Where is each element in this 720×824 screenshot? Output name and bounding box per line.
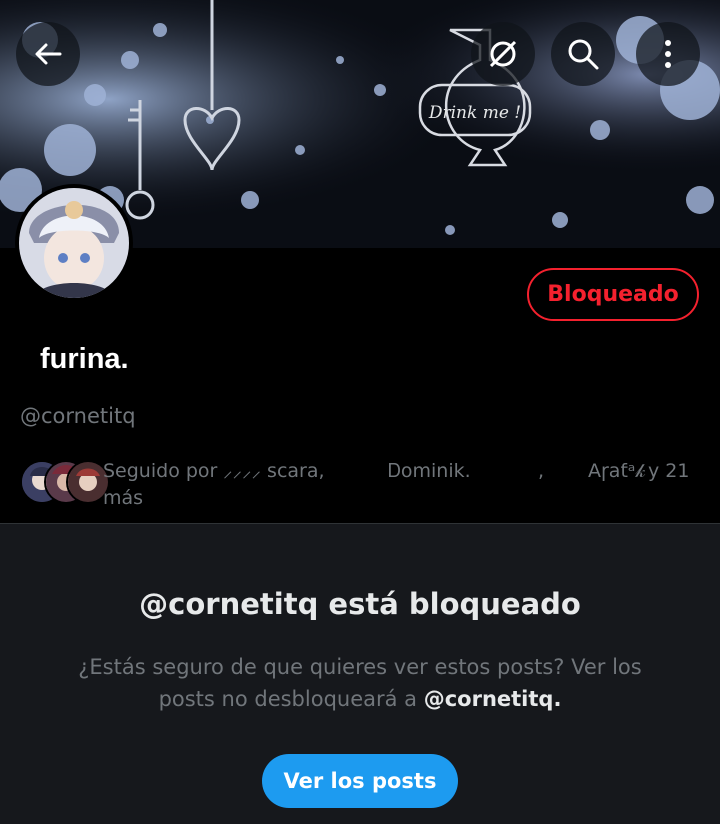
followers-more-word: más bbox=[103, 487, 144, 509]
grok-button[interactable] bbox=[471, 22, 535, 86]
blocked-description-handle: @cornetitq. bbox=[423, 687, 562, 711]
followers-more-count: y 21 bbox=[648, 460, 690, 482]
follower-separator: , bbox=[538, 460, 545, 482]
more-vertical-icon bbox=[665, 40, 671, 68]
blocked-description: ¿Estás seguro de que quieres ver estos p… bbox=[60, 651, 660, 715]
blocked-title: @cornetitq está bloqueado bbox=[139, 587, 581, 621]
followed-by-prefix: Seguido por bbox=[103, 460, 218, 482]
follower-name-2: Ꭰominik. bbox=[388, 460, 471, 482]
blocked-button[interactable]: Bloqueado bbox=[527, 268, 699, 321]
follower-name-1: ⸝⸝⸝⸝ scara, bbox=[223, 460, 325, 482]
follower-name-3: Aɼaƭᵃ𝓀 bbox=[588, 460, 646, 482]
profile-avatar[interactable] bbox=[15, 184, 133, 302]
arrow-left-icon bbox=[35, 43, 62, 65]
followed-by-row[interactable]: Seguido por ⸝⸝⸝⸝ scara, Ꭰominik. , Aɼaƭᵃ… bbox=[18, 456, 708, 512]
more-button[interactable] bbox=[636, 22, 700, 86]
view-posts-button[interactable]: Ver los posts bbox=[262, 754, 458, 808]
back-button[interactable] bbox=[16, 22, 80, 86]
search-button[interactable] bbox=[551, 22, 615, 86]
grok-icon bbox=[489, 40, 517, 68]
display-name: furina. bbox=[40, 343, 129, 375]
profile-handle: @cornetitq bbox=[20, 404, 136, 428]
search-icon bbox=[568, 39, 599, 70]
avatar-image bbox=[19, 188, 129, 298]
bottle-label-text: Drink me ! bbox=[428, 103, 521, 123]
blocked-notice: @cornetitq está bloqueado ¿Estás seguro … bbox=[0, 523, 720, 824]
